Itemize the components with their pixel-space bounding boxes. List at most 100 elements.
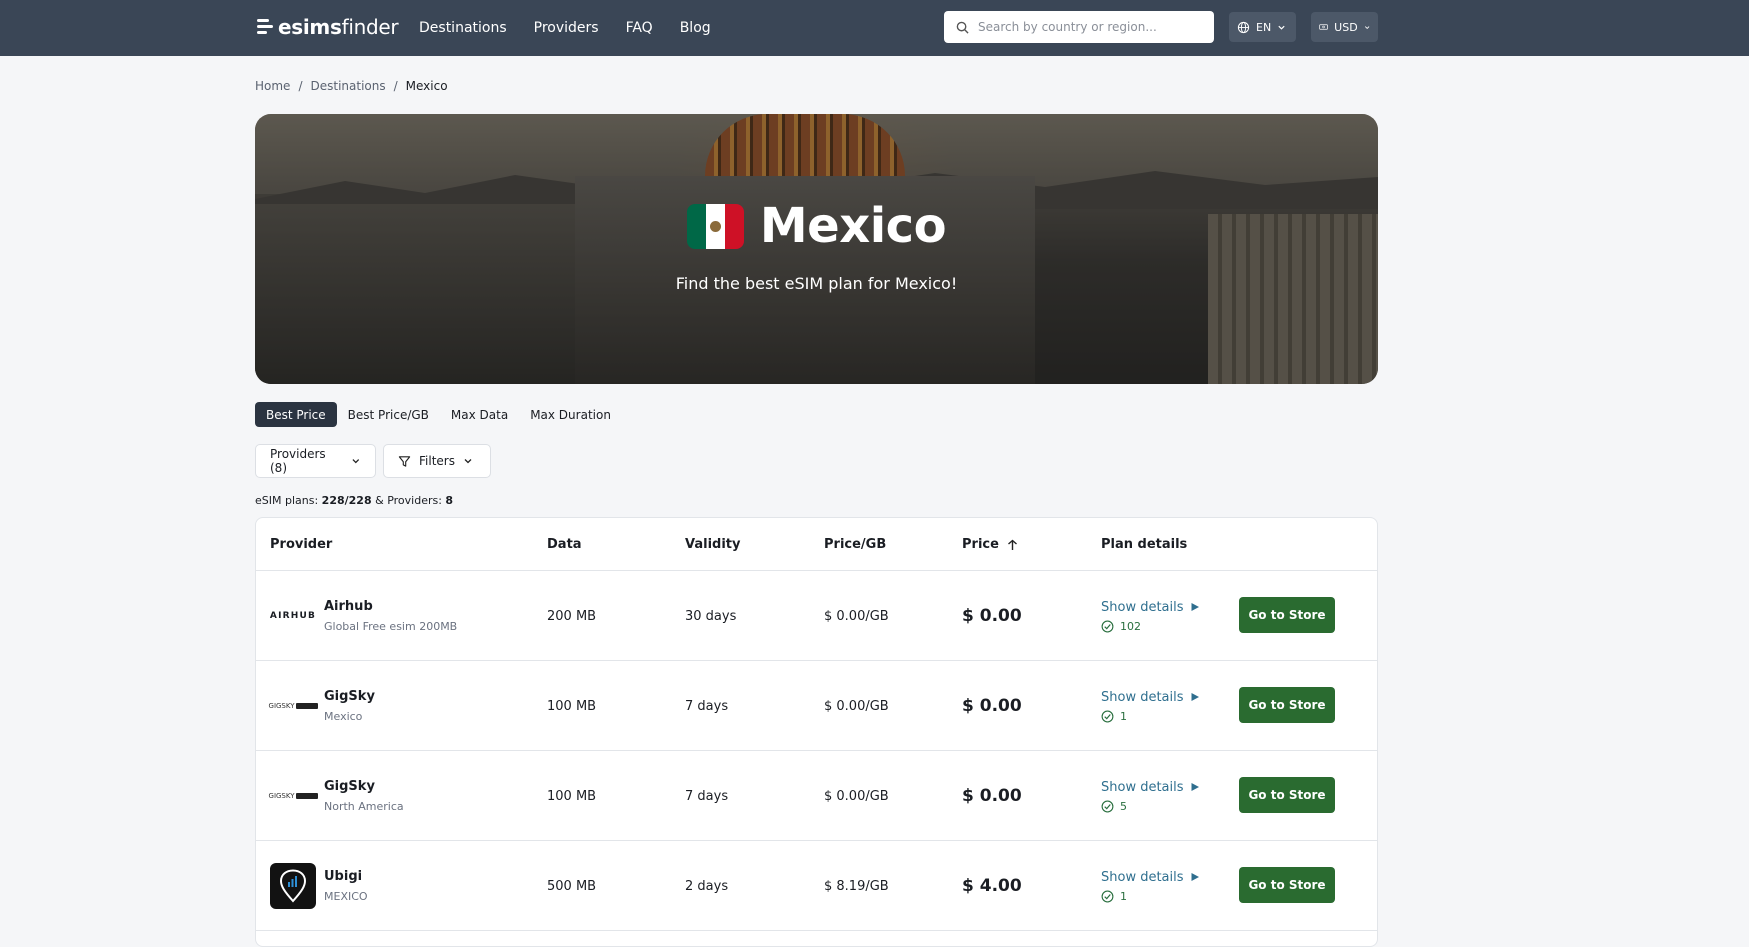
filters-dropdown[interactable]: Filters xyxy=(383,444,491,478)
breadcrumb-current: Mexico xyxy=(405,79,448,93)
play-triangle-icon xyxy=(1191,873,1199,881)
site-logo[interactable]: esimsfinder xyxy=(257,13,399,41)
table-row: GIGSKY GigSky Mexico 100 MB 7 days $ 0.0… xyxy=(256,661,1377,751)
price-cell: $ 0.00 xyxy=(962,606,1022,626)
go-to-store-button[interactable]: Go to Store xyxy=(1239,597,1335,633)
column-header-data[interactable]: Data xyxy=(547,518,582,571)
plan-details-cell: Show details 5 xyxy=(1101,751,1200,841)
globe-check-icon xyxy=(1101,800,1114,812)
provider-name: Ubigi xyxy=(324,869,363,884)
page-title: Mexico xyxy=(759,198,947,254)
breadcrumb-destinations[interactable]: Destinations xyxy=(310,79,385,93)
flag-stripe-white xyxy=(705,203,725,249)
currency-selector[interactable]: USD xyxy=(1311,12,1378,42)
column-header-provider[interactable]: Provider xyxy=(270,518,332,571)
results-summary: eSIM plans: 228/228 & Providers: 8 xyxy=(255,494,453,507)
provider-cell: GIGSKY GigSky Mexico xyxy=(269,661,375,751)
go-to-store-button[interactable]: Go to Store xyxy=(1239,867,1335,903)
sort-tabs: Best Price Best Price/GB Max Data Max Du… xyxy=(255,402,622,427)
countries-count: 1 xyxy=(1101,710,1127,723)
go-to-store-button[interactable]: Go to Store xyxy=(1239,687,1335,723)
providers-dropdown[interactable]: Providers (8) xyxy=(255,444,376,478)
provider-info: GigSky North America xyxy=(324,779,404,813)
search-box[interactable] xyxy=(944,11,1214,43)
show-details-link[interactable]: Show details xyxy=(1101,870,1200,885)
data-cell: 500 MB xyxy=(547,878,597,894)
language-value: EN xyxy=(1256,20,1272,34)
search-input[interactable] xyxy=(978,20,1198,34)
provider-info: GigSky Mexico xyxy=(324,689,375,723)
table-header: Provider Data Validity Price/GB Price Pl… xyxy=(256,518,1377,571)
main-nav: Destinations Providers FAQ Blog xyxy=(419,0,711,56)
provider-info: Ubigi MEXICO xyxy=(324,869,368,903)
nav-link-providers[interactable]: Providers xyxy=(534,20,599,36)
data-cell: 200 MB xyxy=(547,608,597,624)
table-row: Ubigi MEXICO 500 MB 2 days $ 8.19/GB $ 4… xyxy=(256,841,1377,931)
tab-best-price[interactable]: Best Price xyxy=(255,402,337,427)
plans-table: Provider Data Validity Price/GB Price Pl… xyxy=(255,517,1378,947)
countries-count: 1 xyxy=(1101,890,1127,903)
plan-name: MEXICO xyxy=(324,890,368,903)
language-selector[interactable]: EN xyxy=(1229,12,1296,42)
summary-prefix: eSIM plans: xyxy=(255,494,322,507)
filter-funnel-icon xyxy=(398,455,411,467)
chevron-down-icon xyxy=(352,459,360,464)
tab-max-data[interactable]: Max Data xyxy=(440,402,519,427)
nav-link-faq[interactable]: FAQ xyxy=(626,20,653,36)
provider-cell: Ubigi MEXICO xyxy=(270,841,368,931)
table-row: GIGSKY GigSky North America 100 MB 7 day… xyxy=(256,751,1377,841)
provider-cell: GIGSKY GigSky North America xyxy=(269,751,404,841)
plan-name: Global Free esim 200MB xyxy=(324,620,458,633)
globe-check-icon xyxy=(1101,890,1114,902)
summary-mid: & Providers: xyxy=(371,494,446,507)
data-cell: 100 MB xyxy=(547,698,597,714)
breadcrumb-separator: / xyxy=(298,79,303,93)
tab-best-price-per-gb[interactable]: Best Price/GB xyxy=(337,402,440,427)
column-header-price-per-gb[interactable]: Price/GB xyxy=(824,518,886,571)
tab-max-duration[interactable]: Max Duration xyxy=(519,402,622,427)
gigsky-logo: GIGSKY xyxy=(269,773,318,819)
show-details-link[interactable]: Show details xyxy=(1101,690,1200,705)
price-per-gb-cell: $ 0.00/GB xyxy=(824,698,889,714)
flag-emblem xyxy=(709,220,721,232)
validity-cell: 7 days xyxy=(685,698,729,714)
ubigi-logo xyxy=(270,863,316,909)
play-triangle-icon xyxy=(1191,603,1199,611)
sort-ascending-icon xyxy=(1007,539,1017,550)
breadcrumb: Home / Destinations / Mexico xyxy=(255,79,448,93)
column-header-plan-details: Plan details xyxy=(1101,537,1188,552)
countries-count: 5 xyxy=(1101,800,1127,813)
column-header-validity[interactable]: Validity xyxy=(685,518,741,571)
price-per-gb-cell: $ 0.00/GB xyxy=(824,788,889,804)
nav-link-destinations[interactable]: Destinations xyxy=(419,20,507,36)
plan-details-cell: Show details 1 xyxy=(1101,661,1200,751)
validity-cell: 7 days xyxy=(685,788,729,804)
hero-title-row: Mexico xyxy=(255,198,1378,254)
show-details-link[interactable]: Show details xyxy=(1101,780,1200,795)
price-cell: $ 4.00 xyxy=(962,876,1022,896)
countries-count: 102 xyxy=(1101,620,1141,633)
nav-link-blog[interactable]: Blog xyxy=(680,20,711,36)
plan-details-cell: Show details 1 xyxy=(1101,841,1200,931)
plan-details-cell: Show details 102 xyxy=(1101,571,1200,661)
price-per-gb-cell: $ 0.00/GB xyxy=(824,608,889,624)
validity-cell: 30 days xyxy=(685,608,737,624)
provider-info: Airhub Global Free esim 200MB xyxy=(324,599,457,633)
breadcrumb-home[interactable]: Home xyxy=(255,79,290,93)
go-to-store-button[interactable]: Go to Store xyxy=(1239,777,1335,813)
show-details-link[interactable]: Show details xyxy=(1101,600,1200,615)
price-cell: $ 0.00 xyxy=(962,786,1022,806)
providers-dropdown-label: Providers (8) xyxy=(270,447,326,475)
hero-subtitle: Find the best eSIM plan for Mexico! xyxy=(675,274,958,293)
airhub-logo: AIRHUB xyxy=(269,611,317,621)
chevron-down-icon xyxy=(1278,25,1285,30)
provider-cell: AIRHUB Airhub Global Free esim 200MB xyxy=(270,571,457,661)
chevron-down-icon xyxy=(464,459,472,464)
play-triangle-icon xyxy=(1191,783,1199,791)
hero-banner: Mexico Find the best eSIM plan for Mexic… xyxy=(255,114,1378,384)
column-header-price[interactable]: Price xyxy=(962,518,1018,571)
search-icon xyxy=(956,21,969,34)
plan-name: North America xyxy=(324,800,404,813)
breadcrumb-separator: / xyxy=(393,79,398,93)
provider-name: Airhub xyxy=(324,599,373,614)
